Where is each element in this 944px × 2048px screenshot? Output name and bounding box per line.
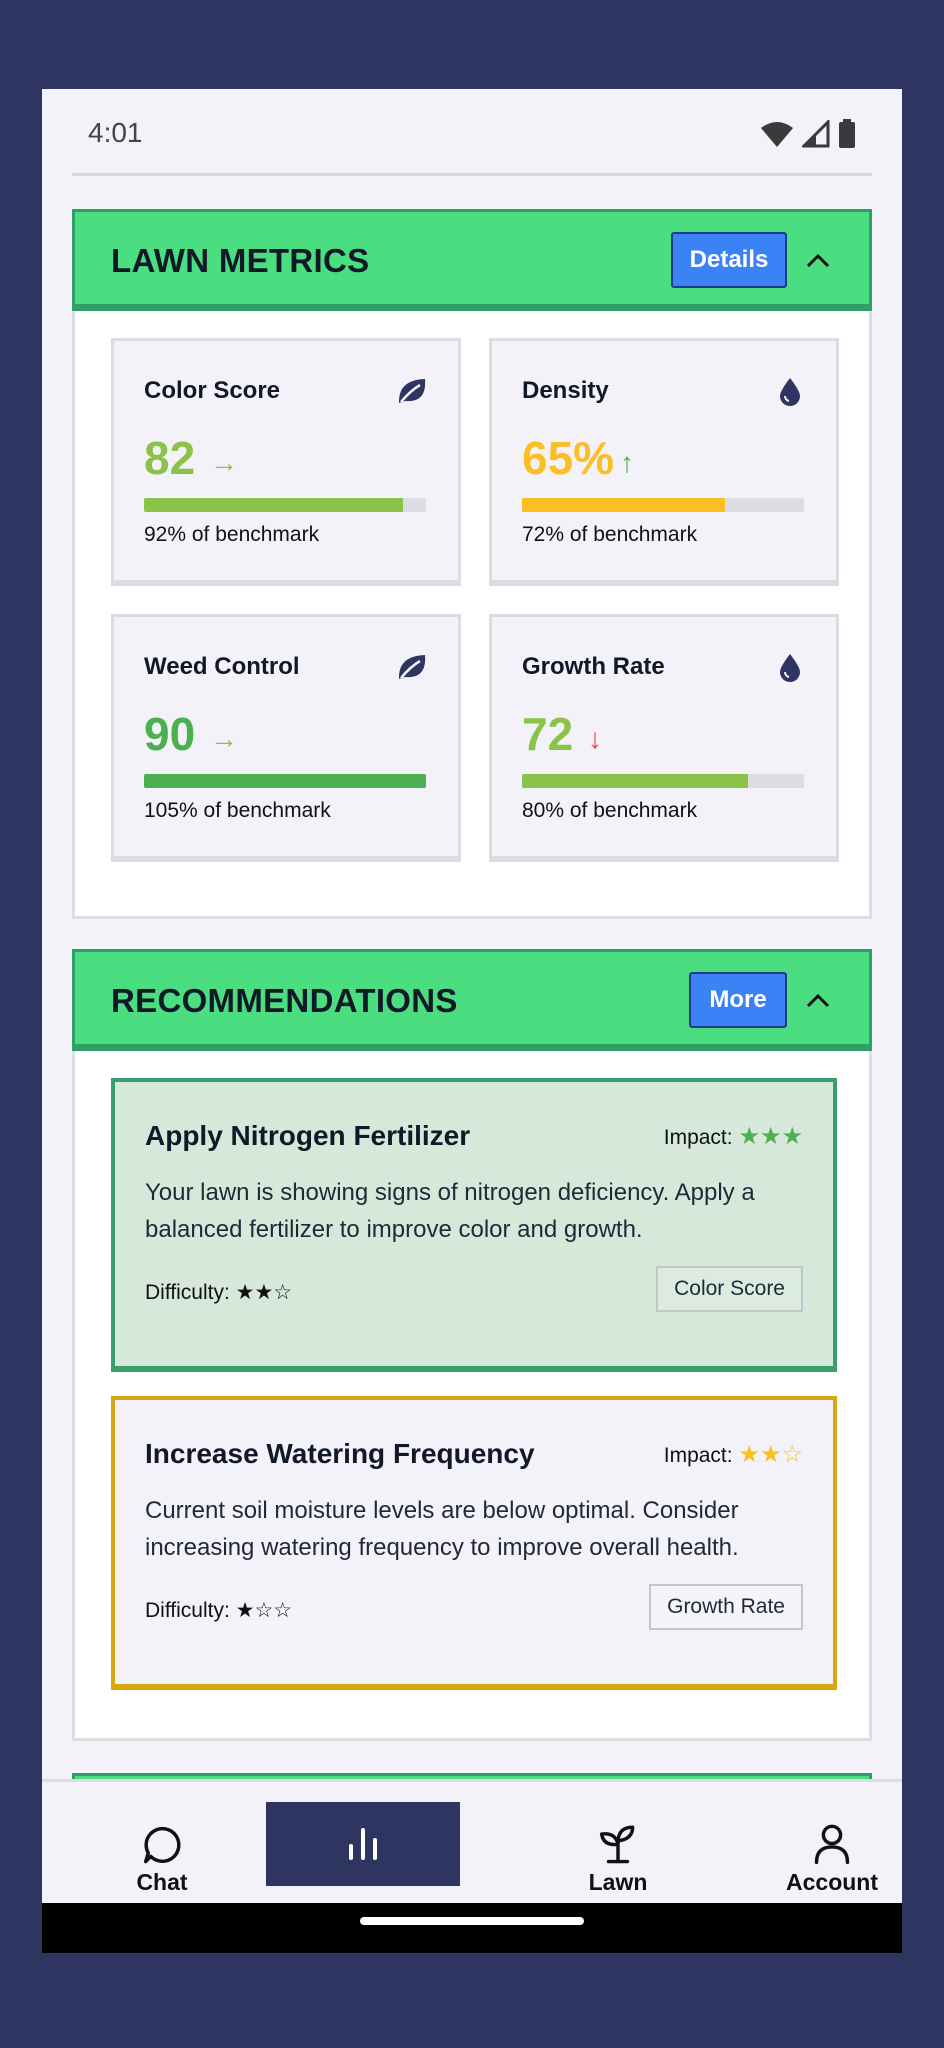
metric-name: Density — [522, 377, 609, 404]
trend-icon: → — [210, 447, 238, 478]
chat-bubble-icon — [143, 1826, 181, 1864]
progress-bar — [144, 774, 426, 788]
metric-card-density[interactable]: Density 65% ↑ 72% of benchmark — [489, 338, 839, 586]
nav-account[interactable]: Account — [742, 1782, 902, 1896]
sprout-icon — [599, 1825, 635, 1864]
benchmark-text: 80% of benchmark — [522, 799, 698, 822]
nav-label: Lawn — [588, 1869, 648, 1895]
phone-screen: 4:01 LAWN METRICS Details Color Score 82… — [42, 89, 902, 1953]
metric-name: Weed Control — [144, 653, 300, 680]
benchmark-text: 72% of benchmark — [522, 523, 698, 546]
trend-icon: ↑ — [620, 447, 634, 478]
progress-fill — [144, 774, 426, 788]
section-title: LAWN METRICS — [111, 242, 370, 279]
difficulty-rating: Difficulty: ★☆☆ — [145, 1599, 293, 1622]
status-bar: 4:01 — [42, 89, 902, 175]
metric-name: Color Score — [144, 377, 281, 404]
status-icons — [760, 119, 856, 149]
progress-bar — [522, 498, 804, 512]
benchmark-text: 92% of benchmark — [144, 523, 320, 546]
leaf-icon — [398, 655, 426, 679]
trend-icon: → — [210, 723, 238, 754]
metric-tag[interactable]: Color Score — [656, 1266, 803, 1312]
nav-lawn[interactable]: Lawn — [528, 1782, 708, 1896]
chevron-up-icon[interactable] — [803, 986, 833, 1016]
metric-card-color-score[interactable]: Color Score 82 → 92% of benchmark — [111, 338, 461, 586]
bar-chart-icon — [349, 1828, 377, 1860]
recommendation-title: Increase Watering Frequency — [145, 1438, 535, 1469]
metric-value: 90 — [144, 708, 196, 760]
bottom-nav: Chat Lawn Account — [42, 1779, 902, 1896]
metric-name: Growth Rate — [522, 653, 665, 680]
progress-fill — [522, 498, 726, 512]
recommendation-title: Apply Nitrogen Fertilizer — [145, 1120, 471, 1151]
nav-label: Chat — [136, 1869, 188, 1895]
recommendation-description: Your lawn is showing signs of nitrogen d… — [145, 1179, 755, 1243]
recommendation-card-1[interactable]: Increase Watering Frequency Impact: ★★☆ … — [111, 1396, 837, 1690]
difficulty-rating: Difficulty: ★★☆ — [145, 1281, 293, 1304]
home-indicator[interactable] — [360, 1917, 584, 1925]
impact-label: Impact: — [663, 1444, 733, 1467]
lawn-metrics-header[interactable]: LAWN METRICS Details — [72, 209, 872, 311]
impact-label: Impact: — [663, 1126, 733, 1149]
leaf-icon — [398, 379, 426, 403]
top-divider — [72, 173, 872, 176]
benchmark-text: 105% of benchmark — [144, 799, 331, 822]
battery-icon — [839, 119, 855, 148]
more-button[interactable]: More — [689, 972, 787, 1028]
nav-chat[interactable]: Chat — [72, 1782, 252, 1896]
chevron-up-icon[interactable] — [803, 246, 833, 276]
metric-card-weed-control[interactable]: Weed Control 90 → 105% of benchmark — [111, 614, 461, 862]
recommendations-header[interactable]: RECOMMENDATIONS More — [72, 949, 872, 1051]
metric-value: 72 — [522, 708, 574, 760]
metric-tag[interactable]: Growth Rate — [649, 1584, 803, 1630]
recommendation-card-0[interactable]: Apply Nitrogen Fertilizer Impact: ★★★ Yo… — [111, 1078, 837, 1372]
metric-value: 82 — [144, 432, 196, 484]
impact-rating: Impact: ★★☆ — [664, 1440, 803, 1469]
impact-stars-icon: ★★★ — [738, 1123, 803, 1150]
user-icon — [814, 1824, 850, 1865]
recommendation-description: Current soil moisture levels are below o… — [145, 1497, 739, 1561]
progress-fill — [144, 498, 404, 512]
impact-stars-icon: ★★☆ — [738, 1441, 803, 1468]
nav-label: Account — [786, 1869, 878, 1895]
metric-value: 65% — [522, 432, 615, 484]
recommendations-section: RECOMMENDATIONS More Apply Nitrogen Fert… — [72, 949, 872, 1741]
wifi-icon — [761, 122, 793, 147]
water-drop-icon — [780, 654, 800, 682]
gesture-bar — [42, 1903, 902, 1953]
impact-rating: Impact: ★★★ — [664, 1122, 803, 1151]
nav-analytics[interactable] — [266, 1802, 460, 1886]
lawn-metrics-section: LAWN METRICS Details Color Score 82 → 92… — [72, 209, 872, 919]
trend-icon: ↓ — [588, 723, 602, 754]
progress-bar — [144, 498, 426, 512]
water-drop-icon — [780, 378, 800, 406]
metric-card-growth-rate[interactable]: Growth Rate 72 ↓ 80% of benchmark — [489, 614, 839, 862]
section-title: RECOMMENDATIONS — [111, 982, 458, 1019]
progress-fill — [522, 774, 748, 788]
signal-icon — [802, 120, 830, 148]
progress-bar — [522, 774, 804, 788]
details-button[interactable]: Details — [671, 232, 787, 288]
status-time: 4:01 — [88, 117, 143, 148]
